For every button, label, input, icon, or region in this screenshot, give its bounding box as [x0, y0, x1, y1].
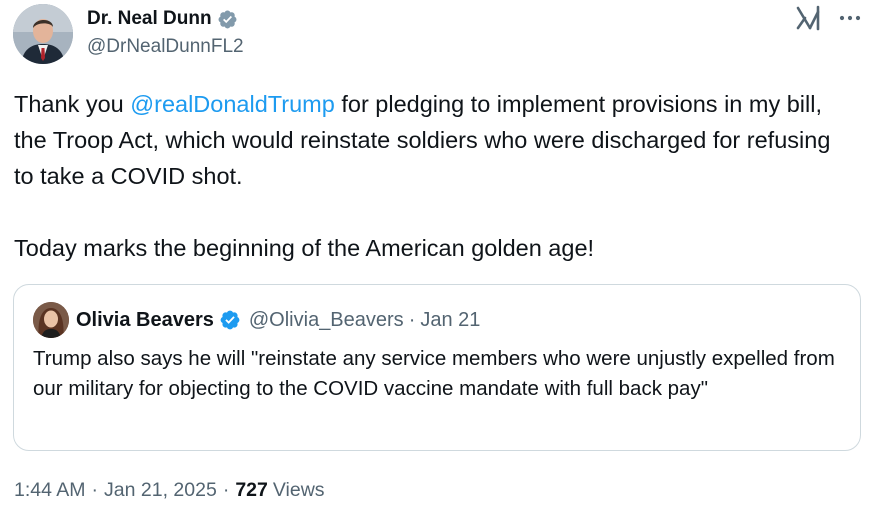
mention-link[interactable]: @realDonaldTrump — [130, 91, 335, 117]
verified-badge-icon[interactable] — [217, 9, 238, 30]
author-name[interactable]: Dr. Neal Dunn — [87, 8, 212, 30]
more-options-icon[interactable] — [838, 8, 862, 28]
meta-separator: · — [91, 479, 99, 501]
meta-separator-2: · — [222, 479, 230, 501]
quote-verified-badge-icon[interactable] — [219, 309, 241, 331]
quote-author-handle[interactable]: @Olivia_Beavers — [249, 309, 404, 332]
quoted-tweet-card[interactable]: Olivia Beavers @Olivia_Beavers · Jan 21 … — [13, 284, 861, 451]
tweet-text-before-mention: Thank you — [14, 91, 131, 117]
tweet-time[interactable]: 1:44 AM — [14, 479, 86, 502]
tweet-date[interactable]: Jan 21, 2025 — [104, 479, 217, 502]
quote-date[interactable]: Jan 21 — [420, 309, 480, 332]
tweet-text: Thank you @realDonaldTrump for pledging … — [14, 86, 854, 266]
tweet-meta: 1:44 AM · Jan 21, 2025 · 727 Views — [14, 479, 325, 502]
quote-separator: · — [408, 308, 416, 331]
grok-icon[interactable] — [794, 4, 824, 32]
author-avatar[interactable] — [13, 4, 73, 64]
quote-text: Trump also says he will "reinstate any s… — [33, 347, 835, 400]
author-handle[interactable]: @DrNealDunnFL2 — [87, 36, 244, 58]
quote-author-avatar[interactable] — [33, 302, 69, 338]
views-label[interactable]: Views — [273, 479, 325, 502]
quote-author-name[interactable]: Olivia Beavers — [76, 309, 214, 332]
views-count[interactable]: 727 — [235, 479, 268, 502]
